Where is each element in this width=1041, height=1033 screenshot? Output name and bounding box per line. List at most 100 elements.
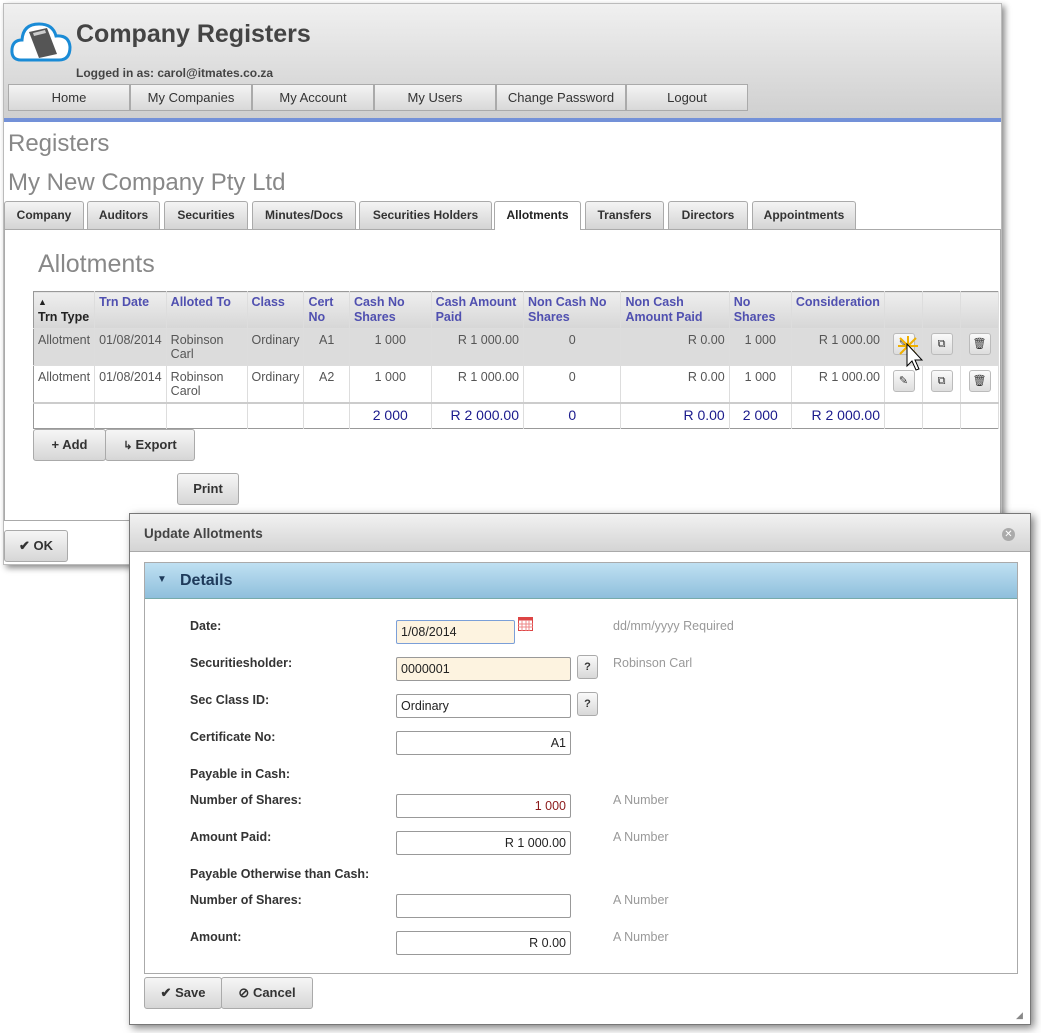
resize-handle-icon[interactable]: ◢	[1016, 1010, 1023, 1021]
column-header-cash-no-shares[interactable]: Cash No Shares	[349, 291, 432, 329]
column-header-consideration[interactable]: Consideration	[791, 291, 886, 329]
total-class	[247, 402, 305, 428]
ok-button[interactable]: ✔ OK	[4, 530, 68, 562]
tab-minutes-docs[interactable]: Minutes/Docs	[252, 201, 356, 229]
copy-icon[interactable]: ⧉	[930, 370, 953, 392]
print-button[interactable]: Print	[177, 473, 239, 505]
noncash-shares-input[interactable]	[396, 894, 571, 918]
totals-row: 2 000 R 2 000.00 0 R 0.00 2 000 R 2 000.00	[33, 402, 999, 428]
column-header-trn-date[interactable]: Trn Date	[94, 291, 167, 329]
cell-trn-type: Allotment	[33, 365, 96, 403]
save-label: Save	[175, 985, 206, 1000]
save-button[interactable]: ✔ Save	[144, 977, 222, 1009]
cell-consideration: R 1 000.00	[791, 328, 886, 366]
main-window: Company Registers Logged in as: carol@it…	[3, 3, 1002, 565]
total-cert-no	[303, 402, 350, 428]
sec-class-input[interactable]: Ordinary	[396, 694, 571, 718]
column-header-no-shares[interactable]: No Shares	[729, 291, 792, 329]
check-icon: ✔	[160, 985, 176, 1000]
header-label: No Shares	[733, 295, 776, 324]
page-heading: Registers	[8, 130, 110, 157]
column-header-cash-amount-paid[interactable]: Cash Amount Paid	[431, 291, 524, 329]
header-divider	[4, 118, 1001, 122]
action-cell: 🗑	[960, 365, 999, 403]
header-label: Cash Amount Paid	[435, 295, 517, 324]
header-label: Non Cash No Shares	[527, 295, 607, 324]
sec-class-label: Sec Class ID:	[190, 693, 270, 707]
plus-icon: +	[51, 437, 63, 452]
tab-auditors[interactable]: Auditors	[87, 201, 160, 229]
column-header-alloted-to[interactable]: Alloted To	[166, 291, 248, 329]
delete-icon[interactable]: 🗑	[968, 333, 991, 355]
tab-appointments[interactable]: Appointments	[752, 201, 856, 229]
empty-cell	[884, 402, 923, 428]
payable-cash-heading: Payable in Cash:	[190, 767, 291, 781]
cell-cash-no-shares: 1 000	[349, 328, 432, 366]
securitiesholder-name: Robinson Carl	[613, 656, 693, 670]
noncash-shares-label: Number of Shares:	[190, 893, 302, 907]
securitiesholder-lookup-button[interactable]: ?	[577, 655, 598, 679]
table-row[interactable]: Allotment 01/08/2014 Robinson Carl Ordinary…	[33, 328, 999, 366]
export-button[interactable]: ↳ Export	[105, 429, 195, 461]
nav-my-users[interactable]: My Users	[374, 84, 496, 111]
cash-shares-input[interactable]: 1 000	[396, 794, 571, 818]
total-no-shares: 2 000	[729, 402, 792, 428]
nav-my-companies[interactable]: My Companies	[130, 84, 252, 111]
noncash-amount-label: Amount:	[190, 930, 242, 944]
header-label: Cert No	[308, 295, 334, 324]
cell-trn-type: Allotment	[33, 328, 96, 366]
payable-noncash-heading: Payable Otherwise than Cash:	[190, 867, 370, 881]
header-label: Class	[251, 295, 285, 309]
header-label: Consideration	[795, 295, 880, 309]
cell-no-shares: 1 000	[729, 328, 792, 366]
details-header[interactable]: ▼ Details	[145, 563, 1017, 599]
cell-noncash-amount-paid: R 0.00	[620, 328, 730, 366]
details-title: Details	[180, 572, 233, 589]
date-input[interactable]: 1/08/2014	[396, 620, 515, 644]
nav-change-password[interactable]: Change Password	[496, 84, 626, 111]
dialog-titlebar[interactable]: Update Allotments ✕	[130, 514, 1030, 552]
nav-my-account[interactable]: My Account	[252, 84, 374, 111]
amount-paid-label: Amount Paid:	[190, 830, 272, 844]
tab-securities[interactable]: Securities	[164, 201, 248, 229]
tab-transfers[interactable]: Transfers	[585, 201, 664, 229]
export-icon: ↳	[123, 440, 136, 452]
header-label: Non Cash Amount Paid	[625, 295, 703, 324]
delete-icon[interactable]: 🗑	[968, 370, 991, 392]
cell-alloted-to: Robinson Carl	[166, 328, 248, 366]
ok-label: OK	[33, 538, 54, 553]
tab-allotments[interactable]: Allotments	[494, 201, 581, 230]
column-header-trn-type[interactable]: ▲ Trn Type	[33, 291, 96, 329]
action-column-header	[922, 291, 961, 329]
copy-icon[interactable]: ⧉	[930, 333, 953, 355]
cell-cert-no: A2	[303, 365, 350, 403]
empty-cell	[922, 402, 961, 428]
cancel-button[interactable]: ⊘ Cancel	[221, 977, 313, 1009]
column-header-class[interactable]: Class	[247, 291, 305, 329]
sort-asc-icon: ▲	[38, 297, 47, 307]
column-header-noncash-amount-paid[interactable]: Non Cash Amount Paid	[620, 291, 730, 329]
table-row[interactable]: Allotment 01/08/2014 Robinson Carol Ordinar…	[33, 365, 999, 403]
column-header-noncash-no-shares[interactable]: Non Cash No Shares	[523, 291, 622, 329]
tab-directors[interactable]: Directors	[668, 201, 748, 229]
certificate-input[interactable]: A1	[396, 731, 571, 755]
action-column-header	[960, 291, 999, 329]
securitiesholder-input[interactable]: 0000001	[396, 657, 571, 681]
check-icon: ✔	[18, 538, 34, 553]
nav-home[interactable]: Home	[8, 84, 130, 111]
sec-class-lookup-button[interactable]: ?	[577, 692, 598, 716]
close-icon[interactable]: ✕	[1002, 528, 1015, 541]
collapse-triangle-icon: ▼	[157, 574, 167, 585]
noncash-amount-hint: A Number	[613, 930, 669, 944]
tab-company[interactable]: Company	[4, 201, 84, 229]
noncash-amount-input[interactable]: R 0.00	[396, 931, 571, 955]
header-label: Trn Type	[38, 310, 90, 324]
column-header-cert-no[interactable]: Cert No	[303, 291, 350, 329]
tab-securities-holders[interactable]: Securities Holders	[359, 201, 492, 229]
empty-cell	[960, 402, 999, 428]
nav-logout[interactable]: Logout	[626, 84, 748, 111]
calendar-icon[interactable]	[518, 617, 533, 631]
logged-in-user: Logged in as: carol@itmates.co.za	[76, 66, 274, 80]
amount-paid-input[interactable]: R 1 000.00	[396, 831, 571, 855]
add-button[interactable]: + Add	[33, 429, 106, 461]
